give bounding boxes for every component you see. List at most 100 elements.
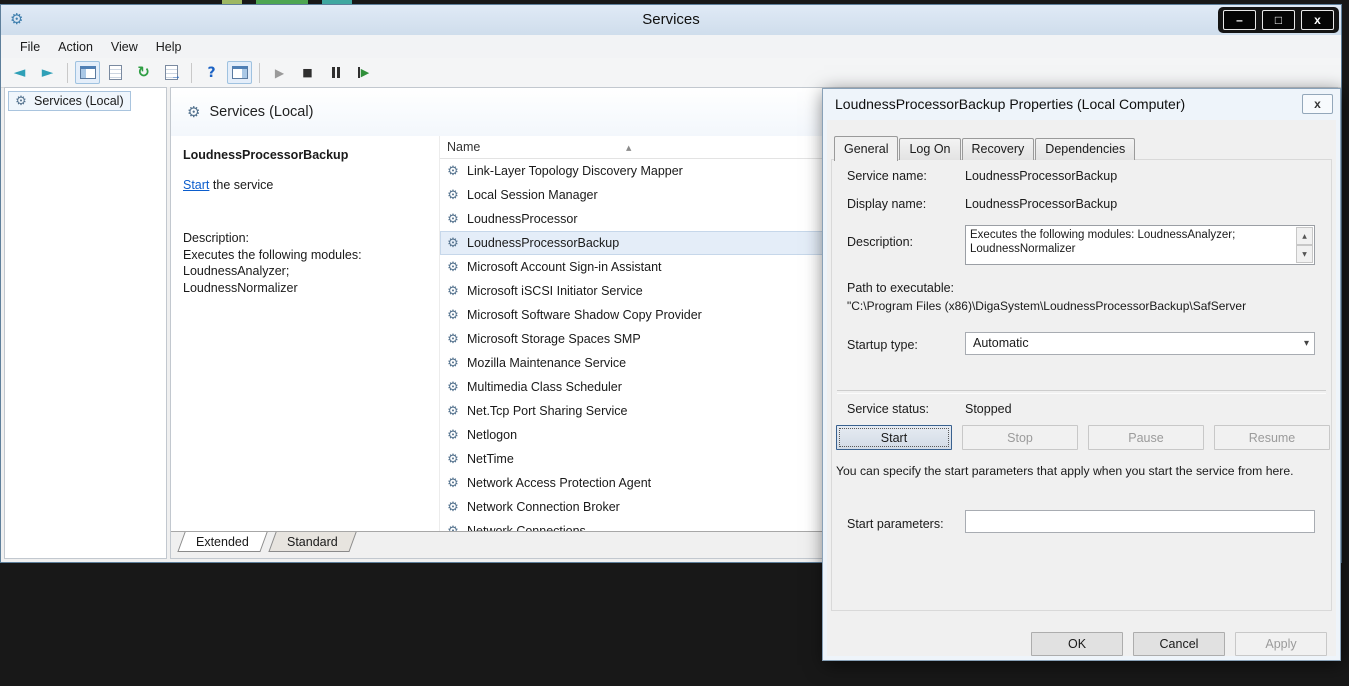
minimize-button[interactable]: – [1223, 10, 1256, 30]
service-name-label: Service name: [847, 169, 927, 183]
start-service-link[interactable]: Start [183, 178, 209, 192]
tree-item-services-local[interactable]: ⚙ Services (Local) [8, 91, 131, 111]
service-description-block: Description: Executes the following modu… [183, 230, 375, 296]
dialog-close-button[interactable]: x [1302, 94, 1333, 114]
properties-button[interactable] [103, 61, 128, 84]
tab-extended-label: Extended [196, 535, 249, 549]
service-name-label: Mozilla Maintenance Service [467, 356, 626, 370]
pause-service-icon [332, 67, 340, 78]
service-gear-icon: ⚙ [445, 453, 461, 466]
service-name-label: LoudnessProcessorBackup [467, 236, 619, 250]
description-textbox[interactable]: Executes the following modules: Loudness… [965, 225, 1315, 265]
start-service-icon: ▶ [275, 67, 284, 79]
tab-recovery[interactable]: Recovery [962, 138, 1035, 160]
refresh-button[interactable]: ↻ [131, 61, 156, 84]
service-name-label: Network Connection Broker [467, 500, 620, 514]
tab-dependencies[interactable]: Dependencies [1035, 138, 1135, 160]
pause-service-button[interactable] [323, 61, 348, 84]
stop-service-icon: ■ [302, 67, 312, 78]
stop-button[interactable]: Stop [962, 425, 1078, 450]
service-gear-icon: ⚙ [445, 357, 461, 370]
menu-item-view[interactable]: View [102, 37, 147, 57]
properties-icon [109, 65, 122, 80]
tab-general[interactable]: General [834, 136, 898, 161]
maximize-button[interactable]: □ [1262, 10, 1295, 30]
service-name-label: Microsoft Storage Spaces SMP [467, 332, 641, 346]
pause-button[interactable]: Pause [1088, 425, 1204, 450]
service-gear-icon: ⚙ [445, 189, 461, 202]
service-gear-icon: ⚙ [445, 261, 461, 274]
stop-service-button[interactable]: ■ [295, 61, 320, 84]
startup-type-label: Startup type: [847, 338, 918, 352]
service-gear-icon: ⚙ [445, 477, 461, 490]
menu-item-action[interactable]: Action [49, 37, 102, 57]
menu-item-file[interactable]: File [11, 37, 49, 57]
cancel-button[interactable]: Cancel [1133, 632, 1225, 656]
back-button[interactable]: ◄ [7, 61, 32, 84]
name-column-label: Name [447, 140, 480, 154]
tab-log-on[interactable]: Log On [899, 138, 960, 160]
start-button[interactable]: Start [836, 425, 952, 450]
toolbar-separator [67, 63, 68, 83]
tree-item-label: Services (Local) [34, 94, 124, 108]
service-gear-icon: ⚙ [445, 285, 461, 298]
description-label: Description: [183, 230, 375, 247]
section-divider [837, 390, 1326, 394]
tab-standard-label: Standard [287, 535, 338, 549]
start-service-button[interactable]: ▶ [267, 61, 292, 84]
service-name-label: Local Session Manager [467, 188, 598, 202]
start-parameters-note: You can specify the start parameters tha… [836, 463, 1312, 479]
restart-service-button[interactable]: ▶ [351, 61, 376, 84]
ok-button[interactable]: OK [1031, 632, 1123, 656]
description-label: Description: [847, 235, 913, 249]
action-pane-icon [232, 66, 248, 79]
dialog-title: LoudnessProcessorBackup Properties (Loca… [835, 89, 1185, 119]
display-name-value: LoudnessProcessorBackup [965, 197, 1117, 211]
refresh-icon: ↻ [137, 65, 150, 80]
titlebar-controls: – □ x [1218, 7, 1339, 33]
scroll-down-button[interactable]: ▼ [1296, 245, 1313, 263]
service-gear-icon: ⚙ [445, 333, 461, 346]
description-text: Executes the following modules: Loudness… [970, 228, 1292, 256]
service-name-label: Microsoft iSCSI Initiator Service [467, 284, 643, 298]
service-gear-icon: ⚙ [445, 165, 461, 178]
help-icon: ? [207, 66, 215, 80]
service-action-buttons: Start Stop Pause Resume [836, 425, 1330, 450]
dialog-titlebar: LoudnessProcessorBackup Properties (Loca… [823, 89, 1340, 120]
service-gear-icon: ⚙ [445, 213, 461, 226]
help-button[interactable]: ? [199, 61, 224, 84]
restart-service-icon: ▶ [358, 67, 369, 78]
services-app-icon: ⚙ [10, 11, 23, 29]
path-to-executable-label: Path to executable: [847, 281, 954, 295]
service-name-label: Network Connections [467, 524, 586, 531]
service-name-label: Microsoft Software Shadow Copy Provider [467, 308, 702, 322]
startup-type-select[interactable]: Automatic ▾ [965, 332, 1315, 355]
service-name-label: NetTime [467, 452, 514, 466]
content-title: Services (Local) [209, 104, 313, 120]
service-status-value: Stopped [965, 402, 1012, 416]
export-list-button[interactable]: → [159, 61, 184, 84]
scroll-up-button[interactable]: ▲ [1296, 227, 1313, 245]
action-pane-button[interactable] [227, 61, 252, 84]
apply-button[interactable]: Apply [1235, 632, 1327, 656]
menu-item-help[interactable]: Help [147, 37, 191, 57]
console-tree-icon [80, 66, 96, 79]
export-arrow-icon: → [171, 71, 181, 82]
console-tree-panel: ⚙ Services (Local) [4, 87, 167, 559]
export-list-icon: → [165, 65, 178, 80]
sort-ascending-icon: ▲ [626, 137, 631, 159]
forward-icon: ► [42, 65, 54, 80]
resume-button[interactable]: Resume [1214, 425, 1330, 450]
close-button[interactable]: x [1301, 10, 1334, 30]
forward-button[interactable]: ► [35, 61, 60, 84]
toolbar: ◄ ► ↻ → ? ▶ ■ ▶ [1, 58, 1341, 88]
service-name-label: Microsoft Account Sign-in Assistant [467, 260, 662, 274]
service-status-label: Service status: [847, 402, 929, 416]
start-parameters-input[interactable] [965, 510, 1315, 533]
tab-standard[interactable]: Standard [268, 532, 356, 552]
tab-extended[interactable]: Extended [177, 532, 267, 552]
console-tree-button[interactable] [75, 61, 100, 84]
service-gear-icon: ⚙ [445, 501, 461, 514]
properties-dialog: LoudnessProcessorBackup Properties (Loca… [822, 88, 1341, 661]
services-gear-icon: ⚙ [13, 95, 29, 108]
